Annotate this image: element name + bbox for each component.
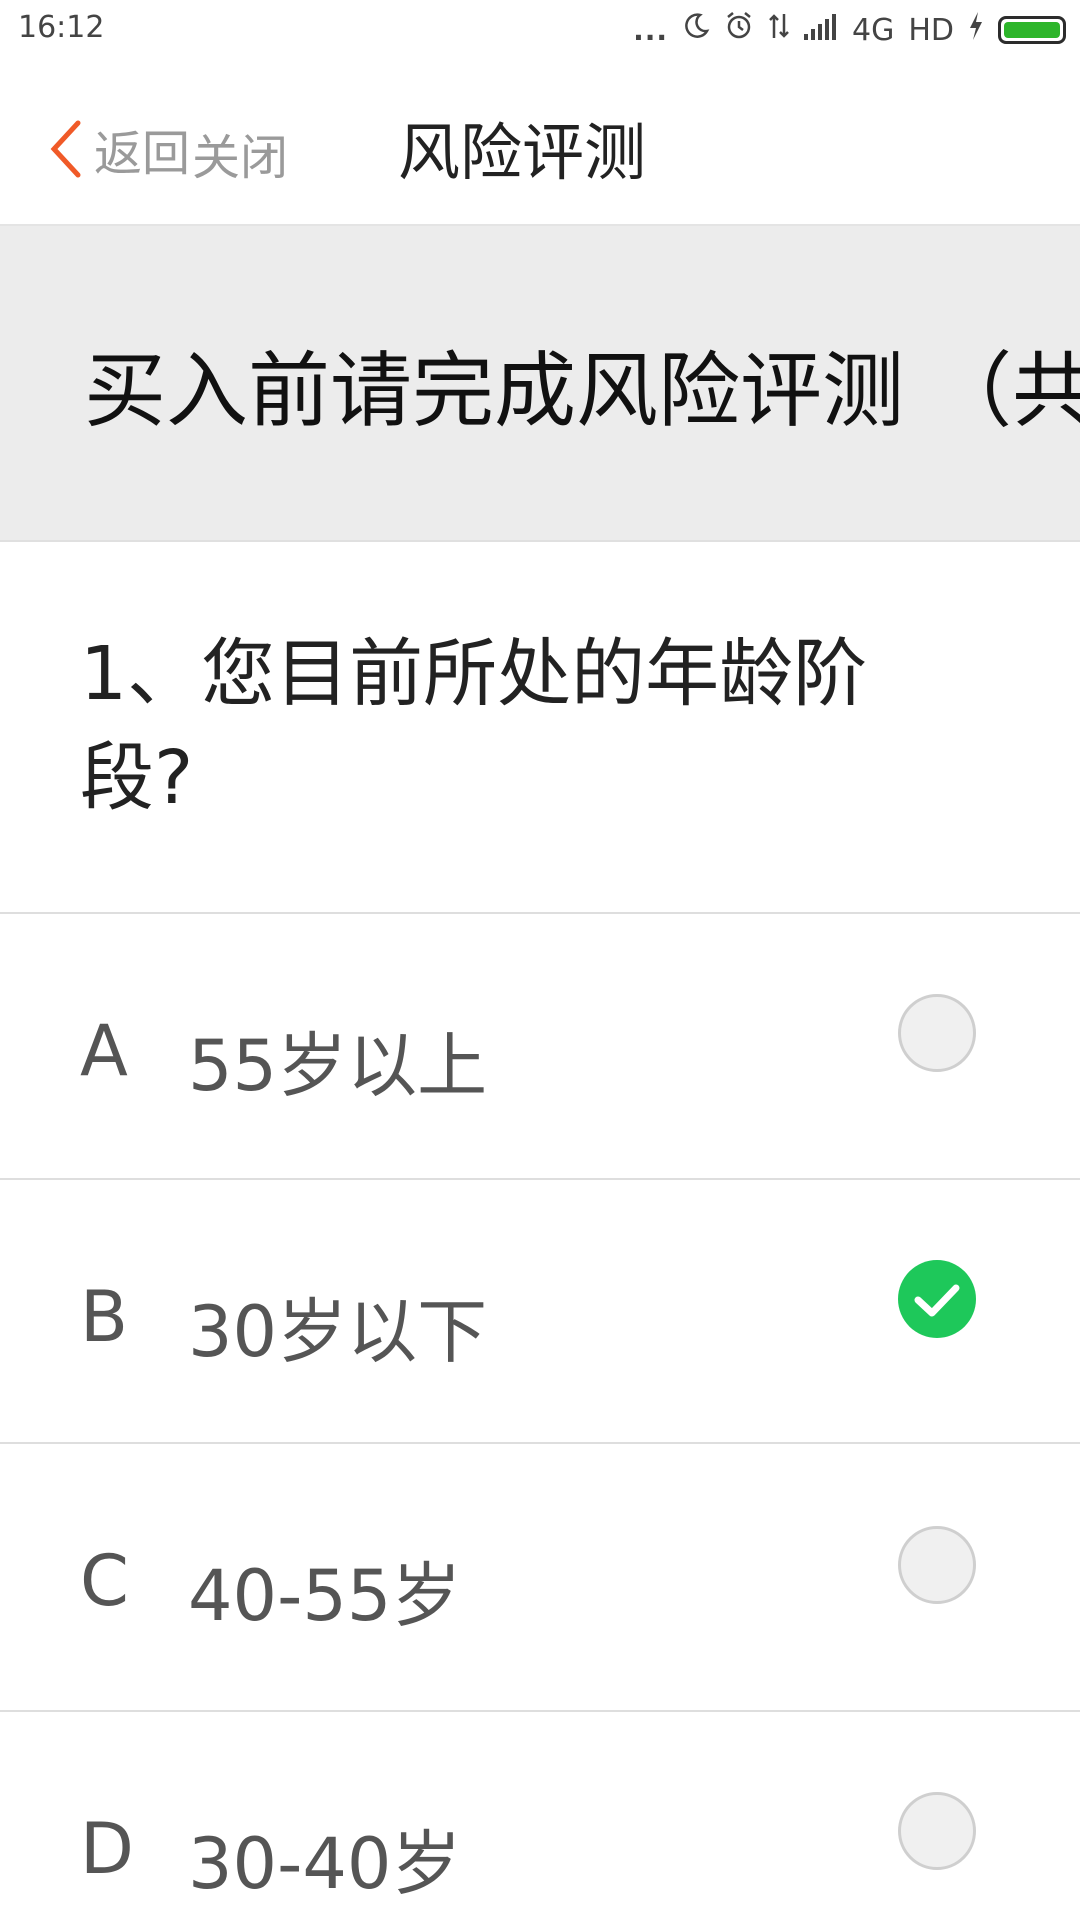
checkmark-icon [914,1284,960,1317]
battery-level [1004,22,1060,38]
close-button[interactable]: 关闭 [192,118,288,188]
radio-checked-icon[interactable] [898,1260,976,1338]
more-dots-icon: ... [633,13,668,47]
option-text: 30岁以下 [188,1291,488,1373]
back-button[interactable]: 返回 [44,114,190,184]
option-c[interactable]: C 40-55岁 [0,1444,1080,1712]
moon-icon [682,12,710,48]
battery-icon [998,16,1066,44]
radio-unchecked-icon[interactable] [898,1792,976,1870]
charging-icon [968,12,984,48]
chevron-left-icon [50,120,81,178]
option-text: 55岁以上 [188,1025,488,1107]
option-text: 30-40岁 [188,1823,462,1905]
status-bar: 16:12 ... 4G HD [0,0,1080,60]
network-type: 4G [851,12,895,48]
option-letter: B [80,1276,129,1358]
back-label: 返回 [94,126,191,182]
option-letter: D [80,1808,134,1890]
option-a[interactable]: A 55岁以上 [0,914,1080,1180]
option-d[interactable]: D 30-40岁 [0,1712,1080,1920]
option-text: 40-55岁 [188,1555,462,1637]
alarm-icon [724,11,754,49]
assessment-banner: 买入前请完成风险评测 （共 [0,226,1080,542]
banner-text: 买入前请完成风险评测 （共 [84,344,1080,439]
radio-unchecked-icon[interactable] [898,994,976,1072]
signal-icon [803,13,838,48]
option-letter: C [80,1540,129,1622]
question-text: 1、您目前所处的年龄阶段? [80,631,868,821]
radio-unchecked-icon[interactable] [898,1526,976,1604]
status-time: 16:12 [18,10,105,45]
status-icons: ... 4G HD [633,10,1066,50]
question-block: 1、您目前所处的年龄阶段? [0,542,1080,914]
option-letter: A [80,1010,128,1092]
page-title: 风险评测 [398,116,647,189]
option-b[interactable]: B 30岁以下 [0,1180,1080,1444]
data-transfer-icon [768,12,790,48]
nav-bar: 返回 关闭 风险评测 [0,60,1080,226]
hd-indicator: HD [908,12,954,48]
